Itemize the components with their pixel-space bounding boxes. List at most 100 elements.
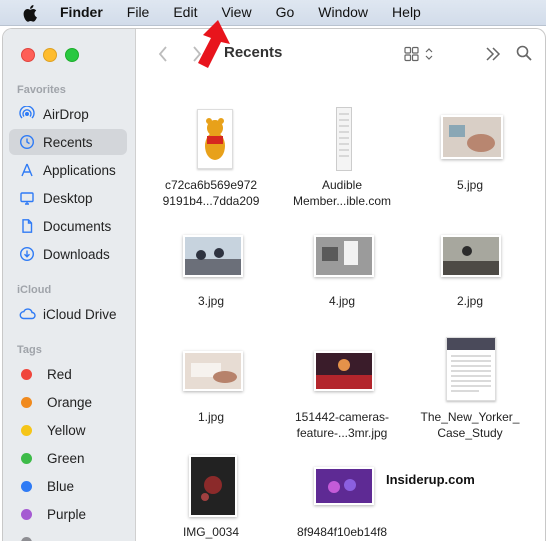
menu-help[interactable]: Help (380, 0, 433, 25)
finder-window: Favorites AirDrop Recents A (2, 28, 546, 541)
sidebar-item-label: AirDrop (43, 107, 89, 122)
winnie-pooh-image (198, 110, 232, 168)
file-thumbnail[interactable] (189, 455, 237, 517)
sidebar: Favorites AirDrop Recents A (3, 29, 136, 541)
zoom-button[interactable] (65, 48, 79, 62)
file-name[interactable]: 3.jpg (149, 293, 273, 309)
back-button[interactable] (154, 44, 172, 64)
file-name[interactable]: The_New_Yorker_Case_Study (408, 409, 532, 441)
download-icon (17, 246, 37, 262)
tag-label: Purple (47, 507, 86, 522)
close-button[interactable] (21, 48, 35, 62)
photo-thumbnail (185, 353, 241, 389)
double-chevron-icon (485, 47, 501, 61)
menu-go[interactable]: Go (264, 0, 307, 25)
file-thumbnail[interactable] (314, 351, 374, 391)
chevron-left-icon (158, 46, 168, 62)
icloud-heading: iCloud (17, 284, 51, 296)
tag-item-red[interactable]: Red (9, 361, 127, 387)
tag-item-orange[interactable]: Orange (9, 389, 127, 415)
tag-item-blue[interactable]: Blue (9, 473, 127, 499)
photo-thumbnail (316, 469, 372, 503)
gray-tag-dot (21, 537, 32, 541)
orange-tag-dot (21, 397, 32, 408)
file-thumbnail[interactable] (446, 337, 496, 401)
sidebar-item-label: Recents (43, 135, 93, 150)
file-name[interactable]: 1.jpg (149, 409, 273, 425)
tag-label: Green (47, 451, 85, 466)
file-thumbnail[interactable] (183, 235, 243, 277)
favorites-heading: Favorites (17, 84, 66, 96)
clock-icon (17, 134, 37, 150)
cloud-icon (17, 307, 37, 321)
sidebar-item-recents[interactable]: Recents (9, 129, 127, 155)
document-thumbnail (447, 338, 495, 400)
tag-item-purple[interactable]: Purple (9, 501, 127, 527)
photo-thumbnail (443, 117, 501, 157)
menu-file[interactable]: File (115, 0, 162, 25)
file-name[interactable]: IMG_0034 (149, 524, 273, 540)
file-thumbnail[interactable] (314, 467, 374, 505)
file-thumbnail[interactable] (441, 115, 503, 159)
file-name[interactable]: c72ca6b569e9729191b4...7dda209 (149, 177, 273, 209)
purple-tag-dot (21, 509, 32, 520)
file-thumbnail[interactable] (183, 351, 243, 391)
sidebar-item-desktop[interactable]: Desktop (9, 185, 127, 211)
tags-heading: Tags (17, 344, 42, 356)
search-button[interactable] (514, 43, 534, 63)
grid-view-icon (404, 46, 436, 62)
file-name[interactable]: 4.jpg (280, 293, 404, 309)
view-options-button[interactable] (402, 44, 438, 64)
more-button[interactable] (483, 44, 503, 64)
file-thumbnail[interactable] (197, 109, 233, 169)
minimize-button[interactable] (43, 48, 57, 62)
yellow-tag-dot (21, 425, 32, 436)
menu-finder[interactable]: Finder (48, 0, 115, 25)
sidebar-item-applications[interactable]: Applications (9, 157, 127, 183)
file-thumbnail[interactable] (336, 107, 352, 171)
tag-label: Red (47, 367, 72, 382)
watermark-text: Insiderup.com (386, 472, 475, 487)
sidebar-item-documents[interactable]: Documents (9, 213, 127, 239)
tag-label: Orange (47, 395, 92, 410)
document-icon (17, 218, 37, 234)
desktop-icon (17, 190, 37, 206)
sidebar-item-label: Documents (43, 219, 111, 234)
file-name[interactable]: AudibleMember...ible.com (280, 177, 404, 209)
tag-item-green[interactable]: Green (9, 445, 127, 471)
file-thumbnail[interactable] (441, 235, 501, 277)
sidebar-item-airdrop[interactable]: AirDrop (9, 101, 127, 127)
photo-thumbnail (316, 237, 372, 275)
window-controls (21, 48, 79, 62)
menu-window[interactable]: Window (306, 0, 380, 25)
window-title: Recents (224, 44, 282, 61)
sidebar-item-downloads[interactable]: Downloads (9, 241, 127, 267)
red-arrow-icon (190, 18, 232, 70)
tag-item-yellow[interactable]: Yellow (9, 417, 127, 443)
photo-thumbnail (185, 237, 241, 275)
document-thumbnail (337, 108, 351, 170)
airdrop-icon (17, 106, 37, 122)
sidebar-item-icloud-drive[interactable]: iCloud Drive (9, 301, 127, 327)
file-thumbnail[interactable] (314, 235, 374, 277)
file-name[interactable]: 5.jpg (408, 177, 532, 193)
sidebar-item-label: Applications (43, 163, 116, 178)
tag-label: Yellow (47, 423, 86, 438)
photo-thumbnail (316, 353, 372, 389)
photo-thumbnail (191, 457, 235, 515)
search-icon (516, 45, 532, 61)
blue-tag-dot (21, 481, 32, 492)
green-tag-dot (21, 453, 32, 464)
tag-item-partial[interactable] (9, 529, 127, 541)
photo-thumbnail (443, 237, 499, 275)
menu-bar: Finder File Edit View Go Window Help (0, 0, 546, 26)
tag-label: Blue (47, 479, 74, 494)
red-tag-dot (21, 369, 32, 380)
file-name[interactable]: 151442-cameras-feature-...3mr.jpg (280, 409, 404, 441)
apple-menu-icon[interactable] (20, 0, 42, 25)
file-name[interactable]: 8f9484f10eb14f8 (280, 524, 404, 540)
sidebar-item-label: Desktop (43, 191, 93, 206)
sidebar-item-label: iCloud Drive (43, 307, 117, 322)
file-name[interactable]: 2.jpg (408, 293, 532, 309)
applications-icon (17, 162, 37, 178)
